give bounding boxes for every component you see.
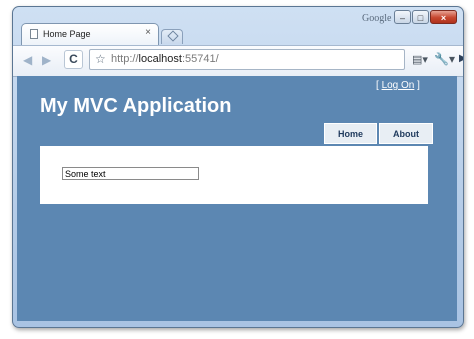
menu-item-home[interactable]: Home xyxy=(324,123,377,144)
login-close-bracket: ] xyxy=(417,80,420,91)
wrench-icon[interactable]: 🔧▾ xyxy=(434,52,455,66)
main-menu: Home About xyxy=(322,123,433,144)
page-menu-icon[interactable]: ▤▾ xyxy=(412,53,428,67)
page-viewport: [ Log On ] My MVC Application Home About xyxy=(17,76,457,321)
browser-brand: Google xyxy=(362,13,392,24)
new-tab-icon[interactable] xyxy=(161,29,183,44)
menu-item-about[interactable]: About xyxy=(379,123,433,144)
bookmark-star-icon[interactable]: ☆ xyxy=(95,52,106,66)
url-path: :55741/ xyxy=(181,53,219,65)
browser-toolbar: ◀ ▶ C ☆ http://localhost:55741/ ▶ ▤▾ 🔧▾ xyxy=(13,45,463,77)
reload-icon[interactable]: C xyxy=(64,50,83,69)
tab-home-page[interactable]: Home Page × xyxy=(21,23,159,45)
url-scheme: http:// xyxy=(111,53,139,65)
window-controls: – □ × xyxy=(394,10,458,24)
page-icon xyxy=(30,29,38,39)
back-icon[interactable]: ◀ xyxy=(23,53,32,67)
close-icon[interactable]: × xyxy=(145,27,151,38)
tab-title: Home Page xyxy=(43,29,91,39)
minimize-icon[interactable]: – xyxy=(394,10,411,24)
address-bar[interactable]: ☆ http://localhost:55741/ ▶ xyxy=(89,49,463,70)
login-open-bracket: [ xyxy=(376,80,379,91)
site-title: My MVC Application xyxy=(40,95,232,117)
text-input[interactable] xyxy=(62,167,199,180)
window-close-icon[interactable]: × xyxy=(430,10,457,24)
main-content xyxy=(40,146,428,204)
login-display: [ Log On ] xyxy=(376,80,420,91)
forward-icon[interactable]: ▶ xyxy=(42,53,51,67)
go-icon[interactable]: ▶ xyxy=(459,53,463,64)
url-host: localhost xyxy=(138,53,182,65)
url-text[interactable]: http://localhost:55741/ xyxy=(111,53,219,65)
log-on-link[interactable]: Log On xyxy=(382,80,415,91)
maximize-icon[interactable]: □ xyxy=(412,10,429,24)
browser-window: Google – □ × Home Page × ◀ ▶ C ☆ http://… xyxy=(12,6,464,328)
